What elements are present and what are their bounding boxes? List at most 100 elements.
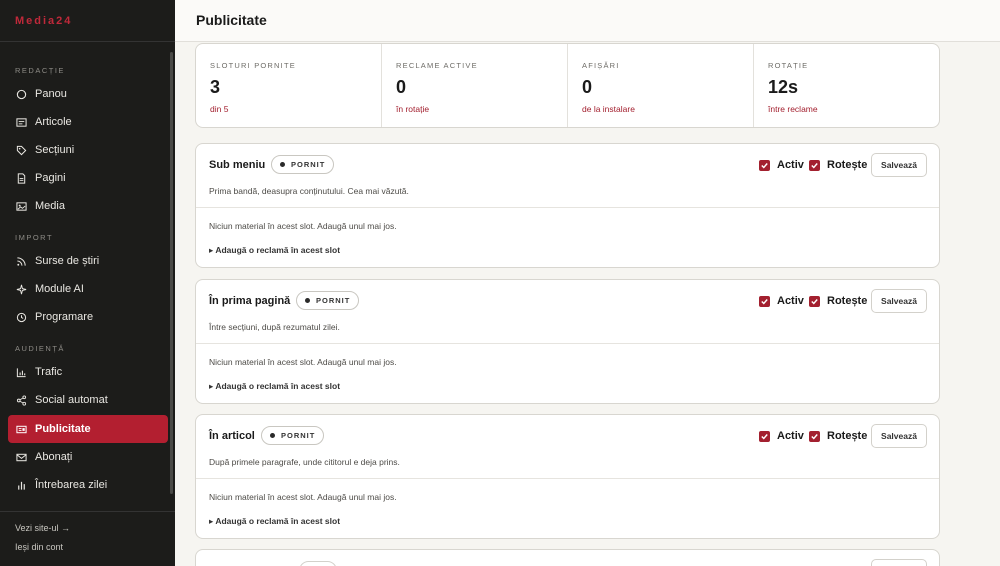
sidebar-item-panou[interactable]: Panou xyxy=(8,80,168,108)
stat-value: 0 xyxy=(396,77,407,97)
active-checkbox[interactable]: Activ xyxy=(759,159,804,171)
stat-label: ROTAȚIE xyxy=(768,61,809,70)
sparkle-icon xyxy=(16,284,27,295)
stat-card: RECLAME ACTIVE 0 în rotație xyxy=(382,44,568,127)
sidebar-scrollbar[interactable] xyxy=(170,52,173,494)
stat-value: 3 xyxy=(210,77,221,97)
checkmark-icon xyxy=(759,159,770,171)
checkbox-label: Rotește xyxy=(827,295,868,307)
sidebar-item-sectiuni[interactable]: Secțiuni xyxy=(8,136,168,164)
stat-subtext: în rotație xyxy=(396,104,430,114)
stat-label: AFIȘĂRI xyxy=(582,61,620,70)
stats-panel: SLOTURI PORNITE 3 din 5 RECLAME ACTIVE 0… xyxy=(195,43,940,128)
sidebar-item-module-ai[interactable]: Module AI xyxy=(8,275,168,303)
checkmark-icon xyxy=(809,159,820,171)
sidebar-item-intrebarea-zilei[interactable]: Întrebarea zilei xyxy=(8,471,168,499)
ad-slot-card: În prima pagină PORNIT Activ Rotește Sal… xyxy=(195,279,940,404)
sidebar-item-label: Pagini xyxy=(35,172,66,184)
checkmark-icon xyxy=(759,430,770,442)
active-checkbox[interactable]: Activ xyxy=(759,295,804,307)
newspaper-icon xyxy=(16,117,27,128)
mail-icon xyxy=(16,452,27,463)
empty-state-text: Niciun material în acest slot. Adaugă un… xyxy=(209,357,397,367)
sidebar-item-label: Media xyxy=(35,200,65,212)
sidebar-item-programare[interactable]: Programare xyxy=(8,303,168,331)
status-badge-label: PORNIT xyxy=(316,296,351,305)
sidebar-item-trafic[interactable]: Trafic xyxy=(8,358,168,386)
sidebar-item-media[interactable]: Media xyxy=(8,192,168,220)
sidebar-item-surse-de-stiri[interactable]: Surse de știri xyxy=(8,247,168,275)
sidebar-item-publicitate[interactable]: Publicitate xyxy=(8,415,168,443)
logout-link[interactable]: Ieși din cont xyxy=(15,542,63,552)
view-site-link[interactable]: Vezi site-ul → xyxy=(15,523,70,533)
sidebar-item-label: Abonați xyxy=(35,451,73,463)
sidebar-item-abonati[interactable]: Abonați xyxy=(8,443,168,471)
image-icon xyxy=(16,201,27,212)
sidebar-item-label: Social automat xyxy=(35,394,108,406)
chart-icon xyxy=(16,367,27,378)
divider xyxy=(196,478,939,479)
checkmark-icon xyxy=(759,295,770,307)
add-ad-toggle[interactable]: ▸ Adaugă o reclamă în acest slot xyxy=(209,245,340,256)
stat-card: SLOTURI PORNITE 3 din 5 xyxy=(196,44,382,127)
stat-value: 12s xyxy=(768,77,799,97)
section-label-audienta: AUDIENȚĂ xyxy=(15,344,65,353)
sidebar-item-label: Programare xyxy=(35,311,94,323)
stat-label: SLOTURI PORNITE xyxy=(210,61,296,70)
stat-card: AFIȘĂRI 0 de la instalare xyxy=(568,44,754,127)
add-ad-toggle[interactable]: ▸ Adaugă o reclamă în acest slot xyxy=(209,516,340,527)
tag-icon xyxy=(16,145,27,156)
rotate-checkbox[interactable]: Rotește xyxy=(809,159,867,171)
status-dot-icon xyxy=(305,298,310,303)
ad-slot-card: Sub meniu PORNIT Activ Rotește Salvează … xyxy=(195,143,940,268)
slot-description: Prima bandă, deasupra conținutului. Cea … xyxy=(209,186,409,196)
checkmark-icon xyxy=(809,430,820,442)
save-button[interactable]: Salvează xyxy=(871,424,927,448)
page-title: Publicitate xyxy=(196,12,267,28)
sidebar-item-articole[interactable]: Articole xyxy=(8,108,168,136)
status-badge-label: PORNIT xyxy=(281,431,316,440)
sidebar: Media24 REDACȚIE Panou Articole Secțiuni… xyxy=(0,0,175,566)
sidebar-item-pagini[interactable]: Pagini xyxy=(8,164,168,192)
status-badge: PORNIT xyxy=(271,155,335,174)
sidebar-item-label: Module AI xyxy=(35,283,84,295)
rotate-checkbox[interactable]: Rotește xyxy=(809,295,867,307)
rss-icon xyxy=(16,256,27,267)
page-header: Publicitate xyxy=(175,0,1000,42)
status-badge: PORNIT xyxy=(296,291,360,310)
poll-icon xyxy=(16,480,27,491)
save-button[interactable]: Salvează xyxy=(871,153,927,177)
sidebar-item-label: Panou xyxy=(35,88,67,100)
active-checkbox[interactable]: Activ xyxy=(759,430,804,442)
sidebar-item-label: Articole xyxy=(35,116,72,128)
page-icon xyxy=(16,172,27,184)
status-dot-icon xyxy=(280,162,285,167)
checkbox-label: Rotește xyxy=(827,430,868,442)
ad-icon xyxy=(16,424,27,435)
sidebar-item-label: Surse de știri xyxy=(35,255,100,267)
divider xyxy=(196,343,939,344)
stat-label: RECLAME ACTIVE xyxy=(396,61,478,70)
slot-description: Între secțiuni, după rezumatul zilei. xyxy=(209,322,340,332)
rotate-checkbox[interactable]: Rotește xyxy=(809,430,867,442)
ad-slot-card xyxy=(195,549,940,566)
checkbox-label: Activ xyxy=(777,295,804,307)
stat-card: ROTAȚIE 12s între reclame xyxy=(754,44,939,127)
slot-title: În articol xyxy=(209,430,255,442)
add-ad-toggle[interactable]: ▸ Adaugă o reclamă în acest slot xyxy=(209,381,340,392)
stat-subtext: din 5 xyxy=(210,104,229,114)
divider xyxy=(196,207,939,208)
status-badge: PORNIT xyxy=(261,426,325,445)
empty-state-text: Niciun material în acest slot. Adaugă un… xyxy=(209,221,397,231)
sidebar-item-label: Secțiuni xyxy=(35,144,75,156)
clock-icon xyxy=(16,312,27,323)
brand-logo[interactable]: Media24 xyxy=(15,15,72,27)
stat-subtext: între reclame xyxy=(768,104,818,114)
save-button[interactable] xyxy=(871,559,927,566)
slot-title: În prima pagină xyxy=(209,295,291,307)
section-label-redactie: REDACȚIE xyxy=(15,66,65,75)
share-icon xyxy=(16,394,27,406)
sidebar-item-social-automat[interactable]: Social automat xyxy=(8,386,168,414)
save-button[interactable]: Salvează xyxy=(871,289,927,313)
empty-state-text: Niciun material în acest slot. Adaugă un… xyxy=(209,492,397,502)
